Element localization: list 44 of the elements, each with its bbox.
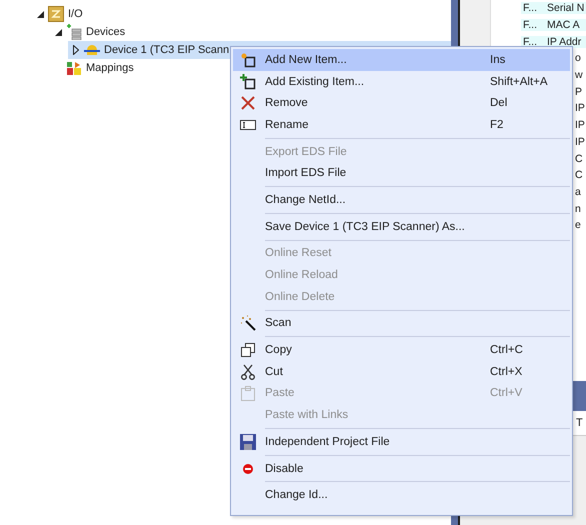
menu-item-label: Online Reset (264, 247, 332, 260)
menu-item-label: Paste with Links (264, 409, 350, 422)
grid-cell-text: IP (574, 119, 585, 132)
menu-item-label: Independent Project File (264, 436, 391, 448)
tree-label: Mappings (86, 62, 134, 74)
menu-item-label: Online Reload (264, 269, 339, 282)
menu-item-label: Add New Item... (264, 54, 348, 66)
shortcut-label: Ctrl+X (490, 366, 524, 378)
tree-label: Devices (86, 26, 126, 38)
menu-item-label: Import EDS File (264, 167, 348, 180)
shortcut-label: Ctrl+V (490, 387, 524, 400)
shortcut-label: Shift+Alt+A (490, 76, 549, 88)
grid-cell: F... (521, 2, 545, 14)
menu-item-label: Export EDS File (264, 146, 348, 158)
grid-cell-text: o (574, 52, 581, 64)
menu-item-label: Remove (264, 97, 309, 110)
menu-item-label: Cut (264, 366, 284, 378)
grid-cell-text: e (574, 219, 581, 232)
grid-cell: F... (521, 19, 545, 32)
shortcut-label: Del (490, 97, 508, 110)
grid-cell-text: a (574, 186, 581, 198)
grid-cell-text: IP (574, 136, 585, 148)
menu-item-label: Change Id... (264, 489, 329, 502)
menu-item-label: Add Existing Item... (264, 76, 366, 88)
grid-cell-text: n (574, 202, 581, 215)
menu-item-label: Rename (264, 118, 310, 131)
grid-cell: Serial N (545, 2, 586, 14)
grid-cell-text: P (574, 86, 582, 98)
menu-item-label: Paste (264, 387, 296, 400)
grid-cell-text: C (574, 169, 583, 182)
grid-cell-text: IP (574, 102, 585, 114)
shortcut-label: Ins (490, 54, 506, 66)
menu-item-label: Change NetId... (264, 194, 347, 206)
shortcut-label: Ctrl+C (490, 344, 524, 356)
menu-item-label: Save Device 1 (TC3 EIP Scanner) As... (264, 220, 466, 233)
grid-cell: MAC A (545, 19, 586, 32)
tree-label: Device 1 (TC3 EIP Scann (104, 44, 230, 56)
grid-cell-text: C (574, 152, 583, 165)
menu-item-label: Copy (264, 344, 293, 356)
menu-item-label: Online Delete (264, 290, 336, 303)
tree-label: I/O (68, 8, 83, 20)
menu-item-label: Scan (264, 317, 292, 330)
menu-item-label: Disable (264, 462, 304, 475)
shortcut-label: F2 (490, 118, 504, 131)
